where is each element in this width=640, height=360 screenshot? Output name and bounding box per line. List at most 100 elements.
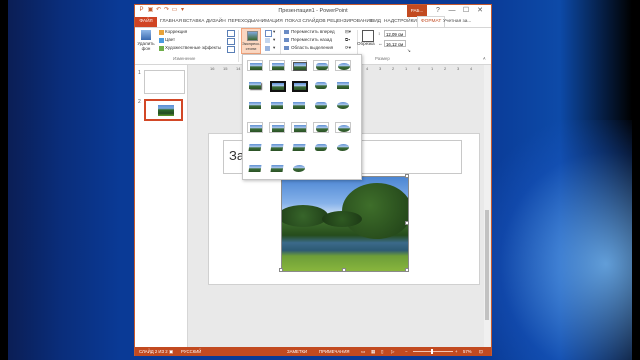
correction-button[interactable]: Коррекция <box>165 29 187 35</box>
tab-review[interactable]: РЕЦЕНЗИРОВАНИЕ <box>327 17 373 27</box>
picture-style-option[interactable] <box>269 80 286 92</box>
zoom-slider[interactable] <box>413 351 453 352</box>
reading-view-icon[interactable]: ▯ <box>381 347 383 356</box>
picture-style-option[interactable] <box>269 122 285 133</box>
picture-style-option[interactable] <box>335 142 351 153</box>
resize-handle[interactable] <box>405 174 409 178</box>
tab-slideshow[interactable]: ПОКАЗ СЛАЙДОВ <box>285 17 326 27</box>
tab-insert[interactable]: ВСТАВКА <box>183 17 205 27</box>
compress-pictures-icon[interactable] <box>227 30 235 37</box>
picture-style-option[interactable] <box>313 80 329 91</box>
zoom-out-icon[interactable]: − <box>405 347 408 356</box>
picture-style-option[interactable] <box>247 80 263 91</box>
tab-home[interactable]: ГЛАВНАЯ <box>160 17 182 27</box>
minimize-button[interactable]: — <box>445 5 459 16</box>
zoom-level[interactable]: 57% <box>463 347 472 356</box>
picture-style-preview <box>316 63 328 70</box>
comments-button[interactable]: ПРИМЕЧАНИЯ <box>319 347 350 356</box>
picture-style-option[interactable] <box>291 142 307 153</box>
tab-animation[interactable]: АНИМАЦИЯ <box>255 17 283 27</box>
tab-design[interactable]: ДИЗАЙН <box>206 17 226 27</box>
height-icon: ↕ <box>378 31 381 36</box>
account-name[interactable]: Учетная за... <box>443 17 471 27</box>
bring-forward-button[interactable]: Переместить вперед <box>291 29 335 35</box>
picture-style-option[interactable] <box>247 163 263 174</box>
slideshow-view-icon[interactable]: ▷ <box>391 347 394 356</box>
resize-handle[interactable] <box>342 268 346 272</box>
width-field[interactable]: 16,12 см <box>384 40 406 47</box>
tab-addins[interactable]: НАДСТРОЙКИ <box>384 17 417 27</box>
far-trees <box>282 205 328 227</box>
picture-style-preview <box>248 165 262 172</box>
picture-style-option[interactable] <box>291 100 307 111</box>
picture-style-option[interactable] <box>247 142 263 153</box>
picture-style-option[interactable] <box>313 60 329 71</box>
rotate-icon[interactable]: ⟳▾ <box>345 45 351 51</box>
scrollbar-thumb[interactable] <box>485 210 489 320</box>
express-styles-button[interactable]: Экспресс-стили <box>241 28 261 54</box>
picture-style-option[interactable] <box>247 60 263 71</box>
picture-border-icon[interactable] <box>265 30 272 37</box>
slide-thumbnail-2[interactable] <box>144 99 183 121</box>
picture-style-preview <box>314 144 328 151</box>
maximize-button[interactable]: ☐ <box>459 5 473 16</box>
remove-background-button[interactable]: Удалить фон <box>136 41 156 51</box>
language-indicator[interactable]: РУССКИЙ <box>181 347 201 356</box>
picture-style-option[interactable] <box>335 80 351 91</box>
picture-style-option[interactable] <box>291 80 308 92</box>
picture-style-option[interactable] <box>247 122 263 133</box>
picture-effects-arrow[interactable]: ▾ <box>273 37 275 43</box>
picture-style-option[interactable] <box>291 163 307 174</box>
picture-style-option[interactable] <box>269 163 285 174</box>
picture-style-option[interactable] <box>269 60 285 71</box>
artistic-effects-button[interactable]: Художественные эффекты <box>165 45 221 51</box>
resize-handle[interactable] <box>405 221 409 225</box>
picture-style-option[interactable] <box>313 142 329 153</box>
desktop-glow <box>470 120 640 360</box>
height-field[interactable]: 12,09 см <box>384 30 406 37</box>
picture-style-option[interactable] <box>269 100 285 111</box>
spellcheck-icon[interactable]: ▣ <box>169 347 173 356</box>
tab-format[interactable]: ФОРМАТ <box>417 16 446 27</box>
change-picture-icon[interactable] <box>227 38 235 45</box>
collapse-ribbon-icon[interactable]: ˄ <box>483 56 486 62</box>
resize-handle[interactable] <box>405 268 409 272</box>
selected-picture[interactable] <box>281 176 409 272</box>
tab-transitions[interactable]: ПЕРЕХОДЫ <box>228 17 255 27</box>
picture-style-option[interactable] <box>291 60 307 71</box>
normal-view-icon[interactable]: ▭ <box>361 347 365 356</box>
tab-view[interactable]: ВИД <box>371 17 381 27</box>
picture-style-option[interactable] <box>335 122 351 133</box>
reset-picture-icon[interactable] <box>227 46 235 53</box>
sorter-view-icon[interactable]: ▦ <box>371 347 375 356</box>
picture-style-option[interactable] <box>313 100 329 111</box>
group-icon[interactable]: ⧉▾ <box>345 37 350 43</box>
fit-slide-icon[interactable]: ⊡ <box>479 347 483 356</box>
notes-button[interactable]: ЗАМЕТКИ <box>287 347 307 356</box>
close-button[interactable]: ✕ <box>473 5 487 16</box>
picture-style-option[interactable] <box>313 122 329 133</box>
vertical-scrollbar[interactable] <box>484 65 490 347</box>
picture-style-option[interactable] <box>247 100 263 111</box>
align-icon[interactable]: ⊟▾ <box>345 29 351 35</box>
picture-style-option[interactable] <box>335 60 351 71</box>
color-button[interactable]: Цвет <box>165 37 175 43</box>
picture-style-option[interactable] <box>269 142 285 153</box>
crop-button[interactable]: Обрезка <box>357 41 375 47</box>
resize-handle[interactable] <box>279 268 283 272</box>
slide-thumbnail-1[interactable] <box>144 70 185 94</box>
zoom-slider-thumb[interactable] <box>431 349 433 354</box>
picture-layout-icon[interactable] <box>265 46 270 51</box>
picture-border-arrow[interactable]: ▾ <box>273 29 275 35</box>
ruler-tick-label: 16 <box>210 66 215 71</box>
picture-style-option[interactable] <box>335 100 351 111</box>
picture-effects-icon[interactable] <box>265 38 270 43</box>
send-backward-button[interactable]: Переместить назад <box>291 37 332 43</box>
selection-pane-button[interactable]: Область выделения <box>291 45 333 51</box>
picture-layout-arrow[interactable]: ▾ <box>273 45 275 51</box>
size-dialog-launcher-icon[interactable]: ↘ <box>407 48 411 54</box>
tab-file[interactable]: ФАЙЛ <box>135 17 157 27</box>
help-button[interactable]: ? <box>431 5 445 16</box>
zoom-in-icon[interactable]: + <box>455 347 458 356</box>
picture-style-option[interactable] <box>291 122 307 133</box>
